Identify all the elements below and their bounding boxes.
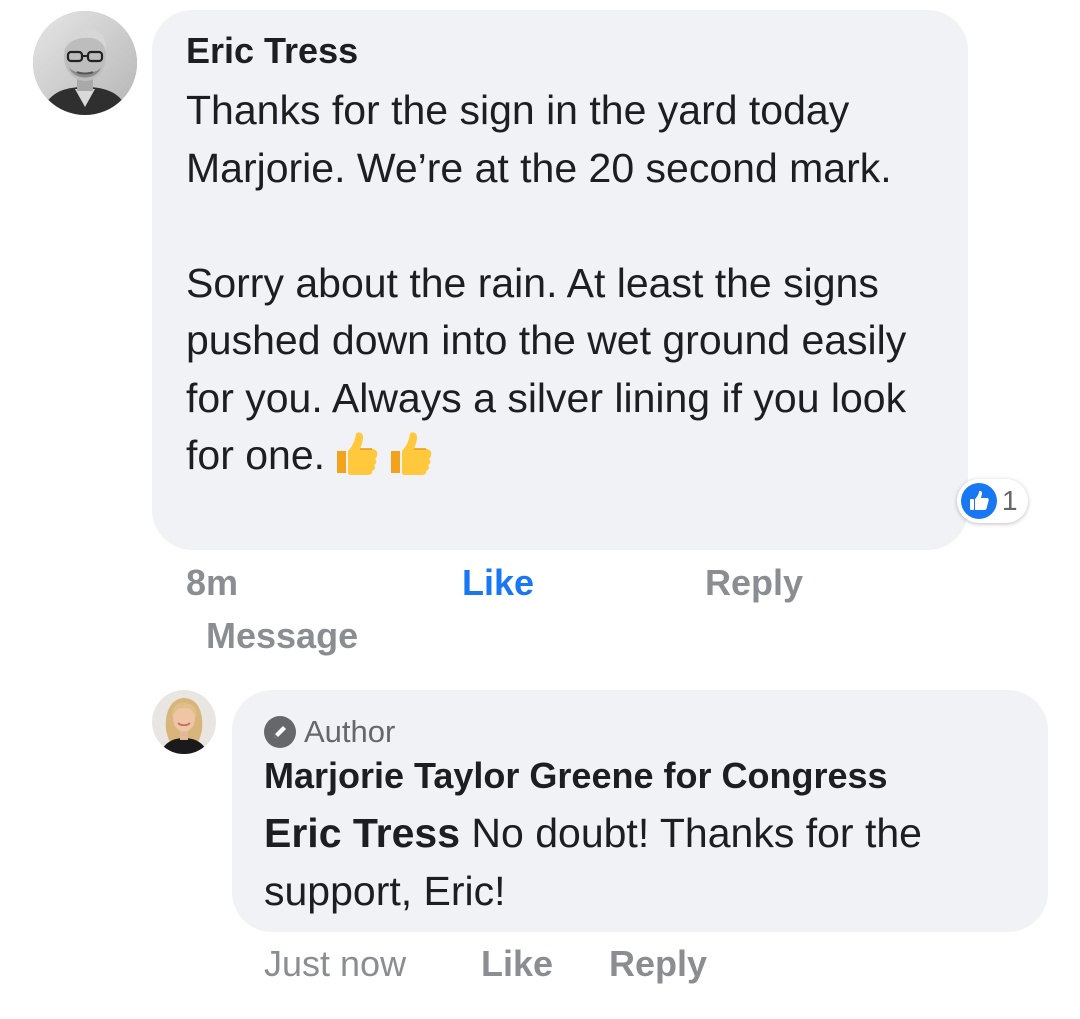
comment-paragraph-1: Thanks for the sign in the yard today Ma…: [186, 87, 892, 191]
reply-mention[interactable]: Eric Tress: [264, 810, 460, 856]
author-badge: Author: [264, 714, 395, 750]
reply-reply-button[interactable]: Reply: [609, 943, 707, 985]
reaction-summary[interactable]: 1: [957, 479, 1028, 523]
reaction-count: 1: [1002, 485, 1018, 516]
comment-timestamp[interactable]: 8m: [186, 562, 238, 604]
like-icon: [961, 483, 997, 519]
comment-like-button[interactable]: Like: [462, 562, 534, 604]
avatar-marjorie-taylor-greene[interactable]: [152, 690, 216, 754]
thumbs-up-icon: [333, 431, 379, 475]
reply-author-name[interactable]: Marjorie Taylor Greene for Congress: [264, 755, 888, 797]
comment-reply-button[interactable]: Reply: [705, 562, 803, 604]
pencil-icon: [264, 716, 296, 748]
thumbs-up-icon: [387, 431, 433, 475]
comment-message-button[interactable]: Message: [206, 615, 358, 657]
reply-text: Eric Tress No doubt! Thanks for the supp…: [264, 805, 1024, 920]
avatar-eric-tress[interactable]: [33, 11, 137, 115]
comment-paragraph-2-text: Sorry about the rain. At least the signs…: [186, 259, 907, 479]
reply-like-button[interactable]: Like: [481, 943, 553, 985]
comment-paragraph-2: Sorry about the rain. At least the signs…: [186, 255, 946, 485]
reply-timestamp[interactable]: Just now: [264, 943, 406, 985]
comment-author-name[interactable]: Eric Tress: [186, 30, 358, 72]
comment-text: Thanks for the sign in the yard today Ma…: [186, 82, 946, 485]
author-badge-label: Author: [304, 714, 396, 749]
